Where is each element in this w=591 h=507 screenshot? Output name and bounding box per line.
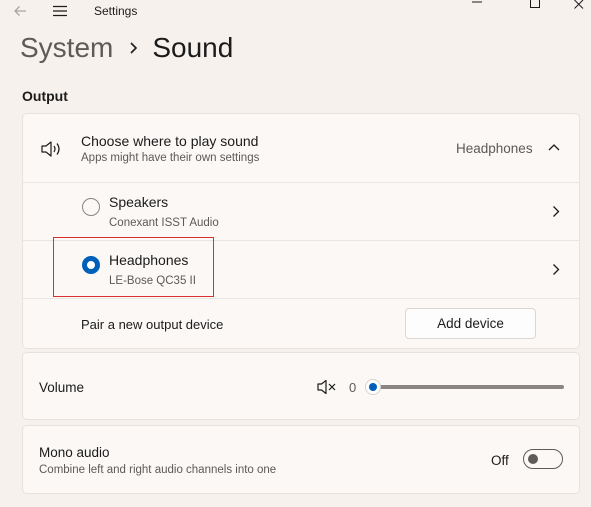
volume-value: 0: [349, 380, 357, 395]
pair-device-label: Pair a new output device: [81, 317, 224, 332]
device-detail: Conexant ISST Audio: [109, 217, 219, 229]
volume-label: Volume: [39, 380, 85, 395]
page-title: Sound: [152, 32, 234, 63]
back-arrow-icon: [14, 6, 26, 16]
mono-audio-state: Off: [491, 453, 509, 468]
volume-card: Volume 0: [22, 352, 580, 420]
maximize-icon: [530, 0, 540, 8]
volume-slider-thumb[interactable]: [365, 379, 381, 395]
speaker-muted-icon[interactable]: [316, 379, 338, 395]
selection-highlight-box: [53, 237, 214, 297]
breadcrumb-parent[interactable]: System: [20, 32, 113, 64]
output-section-label: Output: [22, 88, 68, 104]
mono-audio-toggle[interactable]: [523, 449, 563, 469]
speaker-icon: [41, 141, 60, 157]
breadcrumb-separator-icon: [129, 41, 138, 55]
device-row-speakers[interactable]: Speakers Conexant ISST Audio: [23, 183, 579, 240]
minimize-button[interactable]: [460, 0, 494, 10]
choose-output-row[interactable]: Choose where to play sound Apps might ha…: [23, 114, 579, 182]
chevron-right-icon[interactable]: [552, 205, 560, 218]
back-button[interactable]: [8, 0, 32, 22]
chevron-right-icon[interactable]: [552, 263, 560, 276]
app-title: Settings: [94, 4, 138, 18]
navigation-menu-button[interactable]: [48, 0, 72, 22]
close-icon: [574, 0, 584, 9]
toggle-knob: [528, 454, 538, 464]
choose-output-subtitle: Apps might have their own settings: [81, 152, 260, 164]
device-name: Speakers: [109, 194, 169, 210]
breadcrumb: System Sound: [20, 32, 233, 64]
volume-slider[interactable]: [365, 378, 564, 396]
minimize-icon: [472, 1, 482, 3]
choose-output-title: Choose where to play sound: [81, 133, 259, 149]
selected-output-value: Headphones: [456, 141, 533, 156]
speakers-radio[interactable]: [82, 198, 100, 216]
mono-audio-card: Mono audio Combine left and right audio …: [22, 425, 580, 494]
output-card: Choose where to play sound Apps might ha…: [22, 113, 580, 349]
close-button[interactable]: [564, 0, 591, 10]
mono-audio-subtitle: Combine left and right audio channels in…: [39, 464, 277, 476]
maximize-button[interactable]: [518, 0, 552, 10]
mono-audio-title: Mono audio: [39, 445, 110, 460]
hamburger-menu-icon: [53, 5, 67, 17]
add-device-button[interactable]: Add device: [405, 308, 536, 339]
divider: [23, 298, 579, 299]
volume-slider-track: [371, 385, 564, 389]
chevron-up-icon[interactable]: [548, 143, 560, 151]
